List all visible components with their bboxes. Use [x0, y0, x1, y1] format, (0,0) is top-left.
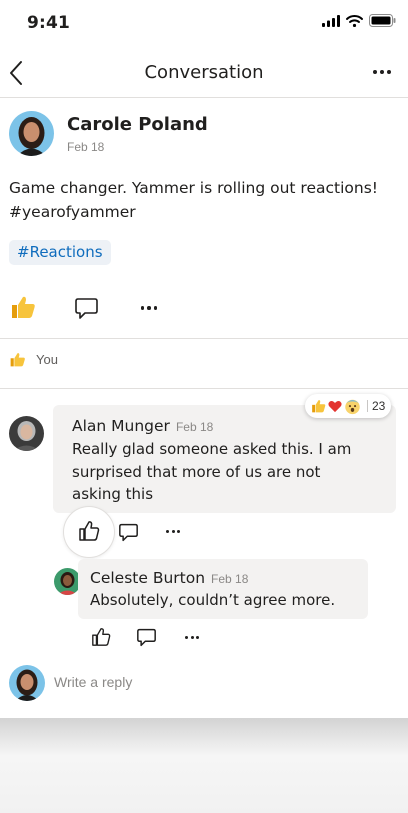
commenter-avatar[interactable]	[9, 416, 44, 451]
reply-text: Absolutely, couldn’t agree more.	[90, 591, 336, 609]
reply-date: Feb 18	[211, 572, 249, 586]
like-icon	[79, 521, 100, 541]
post-more-button[interactable]	[136, 294, 162, 322]
reply-more-button[interactable]	[181, 629, 203, 645]
battery-icon	[369, 14, 396, 32]
reacted-by-label: You	[36, 352, 58, 367]
status-bar: 9:41	[0, 0, 408, 46]
more-icon	[373, 70, 377, 74]
post-reply-button[interactable]	[71, 294, 101, 322]
nav-bar: Conversation	[0, 48, 408, 98]
comment-bubble: Alan Munger Feb 18 Really glad someone a…	[53, 405, 396, 513]
divider	[0, 388, 408, 389]
comment-more-button[interactable]	[162, 523, 184, 539]
post-date: Feb 18	[67, 140, 105, 154]
status-time: 9:41	[27, 13, 71, 33]
page-title: Conversation	[144, 62, 264, 83]
more-icon	[140, 306, 145, 310]
surprised-reaction-icon	[345, 399, 360, 414]
reply-icon	[118, 523, 138, 541]
comment-like-button[interactable]	[64, 507, 114, 557]
post-like-button[interactable]	[8, 292, 38, 322]
more-icon	[166, 529, 169, 533]
like-icon	[92, 628, 111, 646]
reaction-count: 23	[367, 400, 385, 412]
reacted-by-row[interactable]: You	[9, 352, 58, 367]
reply-reply-button[interactable]	[134, 625, 158, 649]
comment-reply-button[interactable]	[115, 519, 141, 545]
heart-reaction-icon	[328, 400, 342, 412]
comment-author[interactable]: Alan Munger	[72, 417, 170, 435]
reply-icon	[136, 628, 156, 646]
post-author[interactable]: Carole Poland	[67, 114, 208, 135]
author-avatar[interactable]	[9, 111, 54, 156]
post-actions	[0, 290, 408, 326]
topic-tag[interactable]: #Reactions	[9, 240, 111, 265]
reply-author[interactable]: Celeste Burton	[90, 569, 205, 587]
reaction-summary[interactable]: 23	[305, 394, 392, 418]
like-filled-icon	[12, 296, 35, 318]
wifi-icon	[346, 14, 363, 32]
replier-avatar[interactable]	[54, 568, 81, 595]
post-body: Game changer. Yammer is rolling out reac…	[9, 179, 378, 221]
current-user-avatar	[9, 665, 45, 701]
reply-bubble: Celeste Burton Feb 18 Absolutely, couldn…	[78, 559, 368, 619]
reply-input[interactable]: Write a reply	[54, 674, 132, 690]
nav-more-button[interactable]	[370, 62, 394, 82]
comment-date: Feb 18	[175, 420, 214, 434]
comment-text: Really glad someone asked this. I am sur…	[72, 440, 352, 503]
status-icons	[322, 14, 396, 32]
signal-icon	[322, 14, 340, 32]
reply-icon	[74, 297, 98, 319]
keyboard-area	[0, 718, 408, 813]
more-icon	[185, 635, 188, 639]
like-reaction-icon	[10, 353, 25, 367]
divider	[0, 338, 408, 339]
reply-like-button[interactable]	[89, 625, 113, 649]
like-reaction-icon	[312, 400, 326, 413]
